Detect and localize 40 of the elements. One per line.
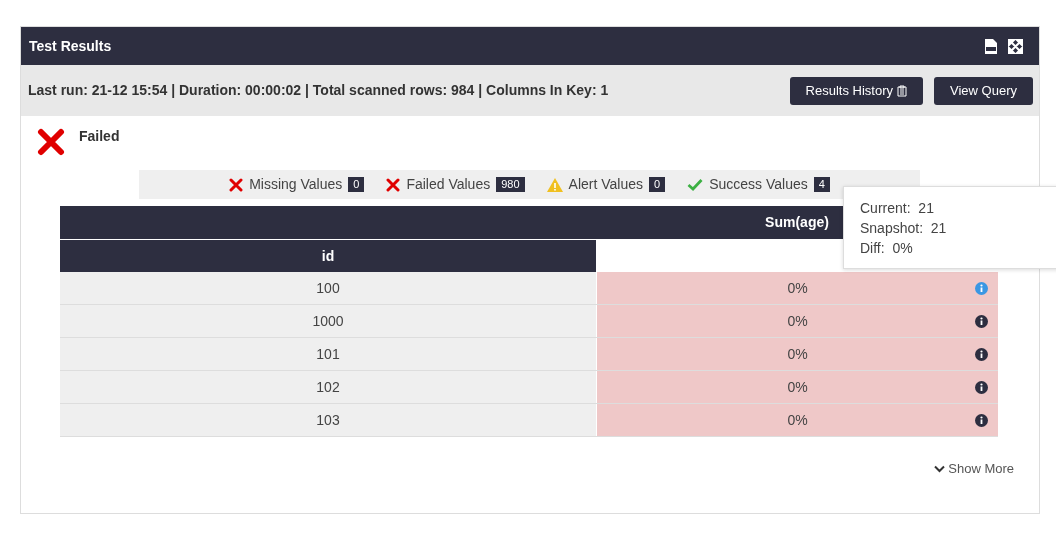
table-cell: 0% [596,338,998,370]
table-cell: 0% [596,305,998,337]
chevron-down-icon [934,464,946,473]
summary-label: Failed Values [406,175,491,194]
table-cell: 103 [60,404,596,436]
warning-icon [546,177,563,192]
count-badge: 4 [813,177,830,192]
tooltip-line: Diff: 0% [860,239,914,258]
column-header: id [60,239,596,272]
info-icon[interactable] [975,381,988,394]
cross-icon [37,128,65,156]
table-cell: 1000 [60,305,596,337]
table-cell: 0% [596,272,998,304]
show-more-button[interactable]: Show More [934,459,1014,479]
info-icon[interactable] [975,348,988,361]
check-icon [687,178,704,191]
summary-label: Success Values [709,175,808,194]
count-badge: 980 [496,177,525,192]
table-cell: 101 [60,338,596,370]
tooltip-line: Current: 21 [860,199,935,218]
info-icon[interactable] [975,414,988,427]
results-history-button[interactable]: Results History [789,76,924,105]
table-cell: 0% [596,371,998,403]
column-group-header: Sum(age) [765,213,829,232]
summary-label: Missing Values [249,175,343,194]
table-cell: 100 [60,272,596,304]
run-summary: Last run: 21-12 15:54 | Duration: 00:00:02 | Total scanned rows: 984 | Columns In Key: 1 [28,81,609,100]
file-export-icon[interactable] [984,37,998,55]
summary-label: Alert Values [568,175,643,194]
tooltip-line: Snapshot: 21 [860,219,948,238]
cross-icon [386,177,401,192]
table-cell: 102 [60,371,596,403]
view-query-button[interactable]: View Query [934,76,1033,105]
count-badge: 0 [649,177,666,192]
panel-title: Test Results [29,36,112,56]
count-badge: 0 [348,177,365,192]
info-icon[interactable] [975,315,988,328]
cross-icon [229,177,244,192]
table-cell: 0% [596,404,998,436]
status-label: Failed [79,127,120,146]
